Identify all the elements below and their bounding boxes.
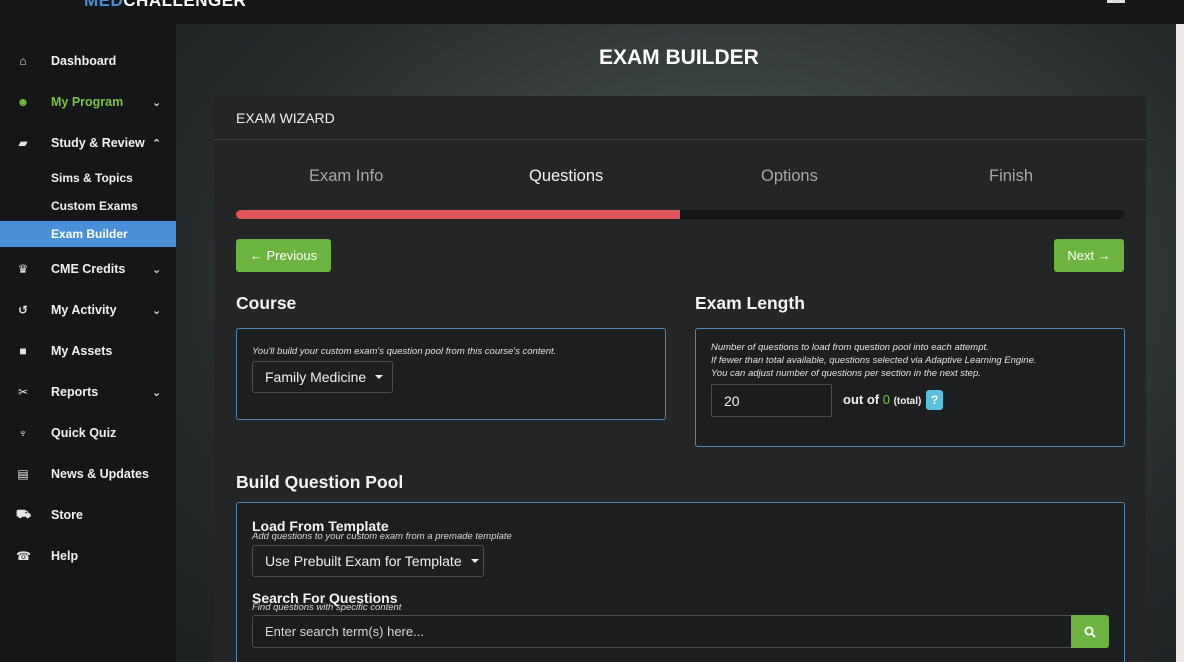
sidebar-item-my-activity[interactable]: ↺ My Activity ⌄ [0, 296, 176, 324]
load-template-hint: Add questions to your custom exam from a… [252, 531, 512, 542]
users-icon: ☻ [16, 95, 30, 109]
exam-length-hint-2: If fewer than total available, questions… [711, 355, 1037, 366]
sidebar-subitem-label: Sims & Topics [51, 171, 133, 185]
wizard-progress-bar [236, 210, 1124, 219]
sidebar-item-label: My Program [51, 95, 124, 109]
menu-icon[interactable] [1107, 0, 1125, 3]
wizard-step-options[interactable]: Options [761, 167, 818, 186]
sidebar-item-label: Help [51, 549, 79, 563]
sidebar-item-store[interactable]: ⛟ Store [0, 501, 176, 529]
bookmark-icon: ■ [19, 344, 27, 358]
sidebar-subitem-label: Custom Exams [51, 199, 138, 213]
sidebar-item-study-review[interactable]: ▰ Study & Review ⌃ [0, 129, 176, 157]
sidebar-item-dashboard[interactable]: ⌂ Dashboard [0, 47, 176, 75]
search-questions-hint: Find questions with specific content [252, 602, 402, 613]
exam-length-value: 20 [724, 392, 740, 409]
exam-wizard-title: EXAM WIZARD [236, 110, 335, 126]
home-icon: ⌂ [19, 54, 27, 68]
search-icon [1084, 626, 1096, 638]
exam-length-input[interactable]: 20 [711, 384, 832, 417]
search-button[interactable] [1071, 615, 1109, 648]
page-title: EXAM BUILDER [599, 46, 759, 69]
newspaper-icon: ▤ [17, 467, 29, 481]
brand-name: CHALLENGER [123, 0, 247, 10]
sidebar-item-label: Dashboard [51, 54, 117, 68]
available-count: 0 [882, 392, 890, 407]
brand-logo[interactable]: MEDCHALLENGER [84, 0, 246, 11]
search-input[interactable]: Enter search term(s) here... [252, 615, 1072, 648]
sidebar-item-label: Quick Quiz [51, 426, 117, 440]
help-icon: ☎ [16, 549, 31, 563]
page-scrollbar[interactable] [1176, 24, 1184, 662]
exam-length-total: out of 0 (total) [843, 392, 921, 407]
sidebar-subitem-exam-builder[interactable]: Exam Builder [0, 221, 176, 247]
sidebar-item-label: My Assets [51, 344, 113, 358]
sidebar-subitem-sims-topics[interactable]: Sims & Topics [0, 165, 176, 191]
out-of-label: out of [843, 392, 880, 407]
sidebar-item-label: Reports [51, 385, 99, 399]
sidebar-item-my-program[interactable]: ☻ My Program ⌄ [0, 88, 176, 116]
sidebar-item-label: Study & Review [51, 136, 145, 150]
certificate-icon: ♛ [17, 262, 29, 276]
sidebar-subitem-custom-exams[interactable]: Custom Exams [0, 193, 176, 219]
sidebar-item-label: CME Credits [51, 262, 126, 276]
exam-length-hint-1: Number of questions to load from questio… [711, 342, 989, 353]
wizard-step-questions[interactable]: Questions [529, 167, 603, 186]
wizard-progress-fill [236, 210, 680, 219]
exam-length-section-title: Exam Length [695, 293, 805, 313]
chevron-down-icon: ⌄ [152, 96, 162, 109]
course-select[interactable]: Family Medicine [252, 361, 393, 393]
sidebar-item-my-assets[interactable]: ■ My Assets [0, 337, 176, 365]
top-bar: MEDCHALLENGER [0, 0, 1184, 24]
total-label: (total) [893, 396, 922, 407]
search-placeholder: Enter search term(s) here... [265, 624, 424, 639]
question-pool-section-title: Build Question Pool [236, 472, 404, 492]
question-mark-icon[interactable]: ? [926, 390, 943, 410]
chevron-down-icon: ⌄ [152, 263, 162, 276]
course-section-title: Course [236, 293, 297, 313]
graduation-cap-icon: ▰ [18, 136, 28, 150]
chevron-down-icon: ⌄ [152, 304, 162, 317]
history-icon: ↺ [17, 303, 29, 317]
trophy-icon: ♆ [18, 426, 28, 440]
wizard-step-finish[interactable]: Finish [989, 167, 1033, 186]
brand-prefix: MED [84, 0, 124, 10]
chevron-down-icon: ⌄ [152, 386, 162, 399]
sidebar-item-label: Store [51, 508, 83, 522]
sidebar-item-news-updates[interactable]: ▤ News & Updates [0, 460, 176, 488]
next-button[interactable]: Next → [1054, 239, 1124, 272]
sidebar-item-reports[interactable]: ✂ Reports ⌄ [0, 378, 176, 406]
course-select-value: Family Medicine [265, 369, 367, 385]
course-hint: You'll build your custom exam's question… [252, 346, 557, 357]
caret-down-icon [470, 559, 479, 563]
wizard-step-exam-info[interactable]: Exam Info [309, 167, 383, 186]
caret-down-icon [375, 375, 384, 379]
sidebar-item-cme-credits[interactable]: ♛ CME Credits ⌄ [0, 255, 176, 283]
sidebar-item-label: News & Updates [51, 467, 149, 481]
wrench-icon: ✂ [17, 385, 29, 399]
sidebar-item-label: My Activity [51, 303, 117, 317]
sidebar-item-quick-quiz[interactable]: ♆ Quick Quiz [0, 419, 176, 447]
sidebar-subitem-label: Exam Builder [51, 227, 128, 241]
previous-button[interactable]: ← Previous [236, 239, 331, 272]
chevron-up-icon: ⌃ [152, 137, 162, 150]
template-select[interactable]: Use Prebuilt Exam for Template [252, 545, 484, 577]
template-select-value: Use Prebuilt Exam for Template [265, 553, 462, 569]
exam-wizard-header [214, 96, 1146, 140]
sidebar-item-help[interactable]: ☎ Help [0, 542, 176, 570]
cart-icon: ⛟ [16, 507, 32, 521]
exam-length-hint-3: You can adjust number of questions per s… [711, 368, 981, 379]
